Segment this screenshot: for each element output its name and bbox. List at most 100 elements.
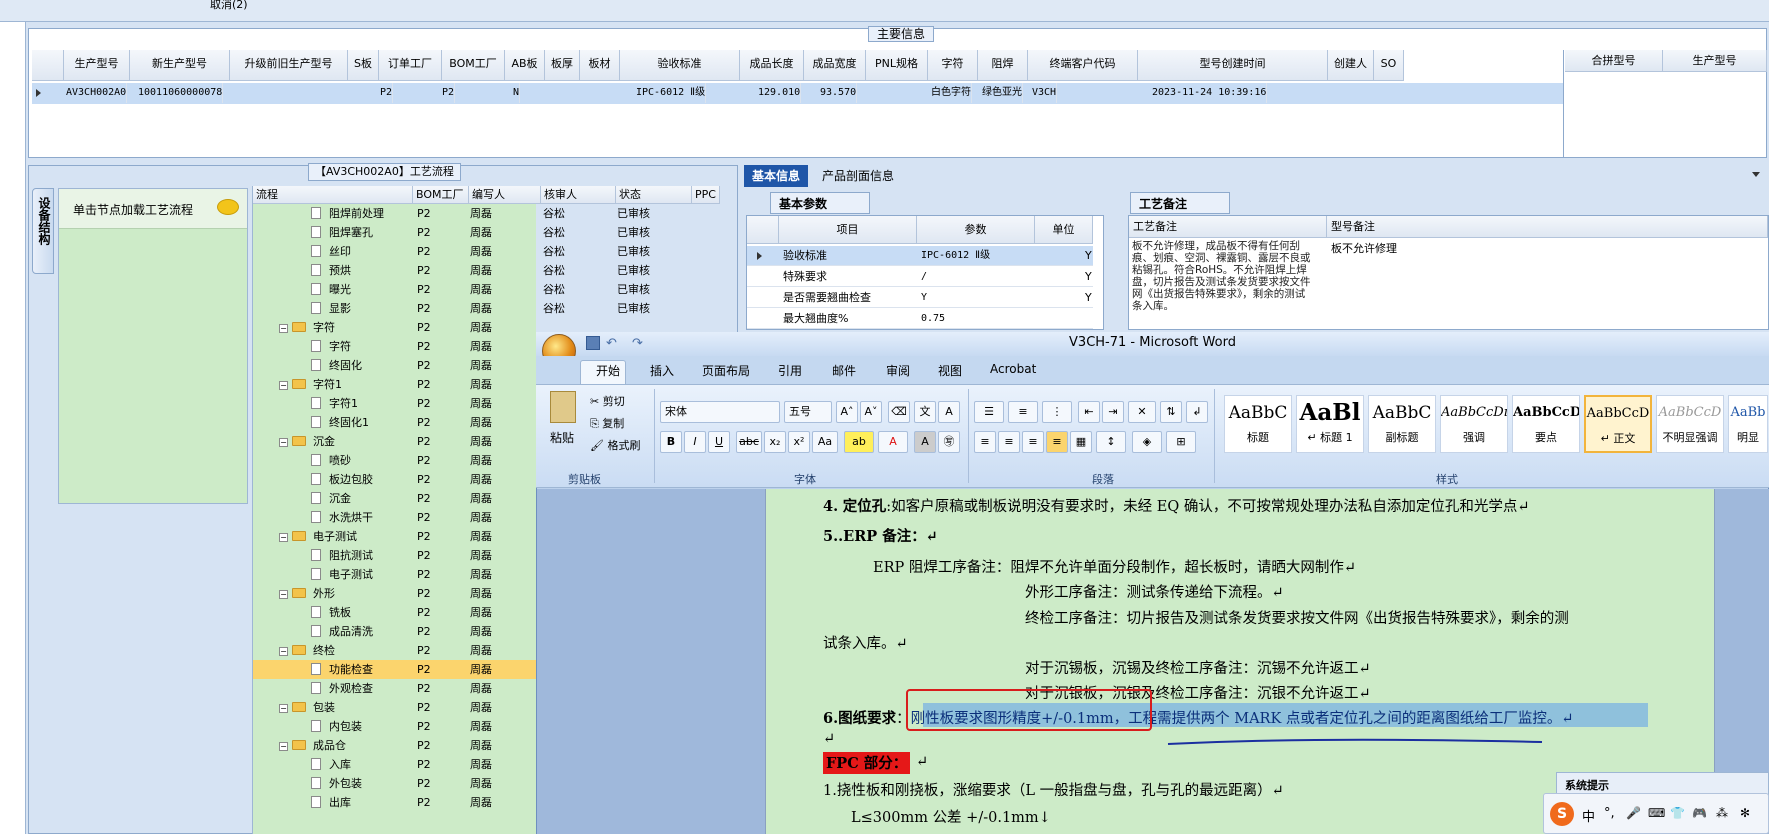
collapse-icon[interactable]: − bbox=[279, 438, 288, 447]
tree-row[interactable]: 外观检查 P2 周磊 bbox=[253, 679, 536, 698]
style-normal[interactable]: AaBbCcD ↵ 正文 bbox=[1584, 395, 1652, 453]
settings-icon[interactable]: ✻ bbox=[1740, 806, 1750, 820]
tab-basic-info[interactable]: 基本信息 bbox=[744, 165, 809, 187]
tree-row[interactable]: 终固化 P2 周磊 bbox=[253, 356, 536, 375]
process-note-text[interactable]: 板不允许修理，成品板不得有任何刮痕、划痕、空洞、裸露铜、露层不良或粘锡孔。符合R… bbox=[1132, 240, 1312, 328]
table-row[interactable]: 最大翘曲度% 0.75 bbox=[747, 309, 1093, 329]
vtab-equipment[interactable]: 设备结构 bbox=[32, 188, 54, 274]
table-row[interactable]: 验收标准 IPC-6012 Ⅱ级 Y bbox=[747, 246, 1093, 266]
tree-row[interactable]: 出库 P2 周磊 bbox=[253, 793, 536, 812]
highlight-icon[interactable]: ab bbox=[844, 431, 874, 453]
tree-row[interactable]: 字符 P2 周磊 bbox=[253, 337, 536, 356]
collapse-icon[interactable]: − bbox=[279, 533, 288, 542]
col-header[interactable]: 型号备注 bbox=[1327, 216, 1768, 238]
bold-icon[interactable]: B bbox=[660, 431, 682, 453]
col-header[interactable]: 板厚 bbox=[545, 50, 580, 81]
col-header[interactable]: S板 bbox=[348, 50, 379, 81]
col-header[interactable]: 工艺备注 bbox=[1129, 216, 1327, 238]
table-row[interactable]: 是否需要翘曲检查 Y Y bbox=[747, 288, 1093, 308]
tab-profile-info[interactable]: 产品剖面信息 bbox=[814, 165, 902, 187]
save-icon[interactable] bbox=[586, 336, 600, 350]
pinyin-icon[interactable]: 文 bbox=[914, 401, 936, 423]
col-header[interactable]: 状态 bbox=[616, 186, 692, 204]
microphone-icon[interactable]: 🎤 bbox=[1626, 806, 1641, 820]
tree-row[interactable]: 水洗烘干 P2 周磊 bbox=[253, 508, 536, 527]
paste-button[interactable]: 粘贴 bbox=[550, 429, 574, 446]
tree-row[interactable]: 铣板 P2 周磊 bbox=[253, 603, 536, 622]
keyboard-icon[interactable]: ⌨ bbox=[1648, 806, 1665, 820]
tree-row[interactable]: 入库 P2 周磊 bbox=[253, 755, 536, 774]
numbering-icon[interactable]: ≡ bbox=[1008, 401, 1038, 423]
tree-row[interactable]: 字符1 P2 周磊 bbox=[253, 394, 536, 413]
doc-line-empty[interactable]: ↵ bbox=[823, 731, 835, 747]
copy-button[interactable]: ⎘ 复制 bbox=[590, 415, 624, 431]
col-header[interactable]: SO bbox=[1374, 50, 1404, 81]
style-strong[interactable]: AaBbCcD 要点 bbox=[1512, 395, 1580, 453]
doc-line-5[interactable]: 5..ERP 备注：↵ bbox=[823, 525, 938, 546]
ime-punct-icon[interactable]: °, bbox=[1604, 806, 1615, 821]
tree-row[interactable]: − 外形 P2 周磊 bbox=[253, 584, 536, 603]
doc-line-shape[interactable]: 外形工序备注：测试条传递给下流程。↵ bbox=[1025, 581, 1284, 602]
italic-icon[interactable]: I bbox=[684, 431, 706, 453]
collapse-icon[interactable]: − bbox=[279, 704, 288, 713]
col-header[interactable]: BOM工厂 bbox=[442, 50, 505, 81]
tree-row[interactable]: − 成品仓 P2 周磊 bbox=[253, 736, 536, 755]
chevron-down-icon[interactable] bbox=[1752, 172, 1760, 177]
doc-line-final[interactable]: 终检工序备注：切片报告及测试条发货要求按文件网《出货报告特殊要求》，剩余的测 bbox=[1025, 607, 1569, 628]
param-value[interactable]: Y bbox=[921, 288, 927, 308]
char-border-icon[interactable]: A bbox=[938, 401, 960, 423]
toolbox-icon[interactable]: ⁂ bbox=[1716, 806, 1728, 820]
collapse-icon[interactable]: − bbox=[279, 742, 288, 751]
font-size-select[interactable]: 五号 bbox=[784, 401, 832, 423]
ribbon-tab[interactable]: 视图 bbox=[938, 362, 962, 379]
col-header[interactable]: 字符 bbox=[928, 50, 978, 81]
col-header[interactable]: 核审人 bbox=[541, 186, 616, 204]
subscript-icon[interactable]: x₂ bbox=[764, 431, 786, 453]
tree-row[interactable]: 终固化1 P2 周磊 bbox=[253, 413, 536, 432]
col-header[interactable]: AB板 bbox=[505, 50, 545, 81]
bullets-icon[interactable]: ☰ bbox=[974, 401, 1004, 423]
underline-icon[interactable]: U bbox=[708, 431, 730, 453]
ime-toolbar[interactable]: S 中 °, 🎤 ⌨ 👕 🎮 ⁂ ✻ bbox=[1543, 793, 1769, 834]
load-process-hint[interactable]: 单击节点加载工艺流程 bbox=[59, 189, 247, 229]
tree-row[interactable]: 功能检查 P2 周磊 bbox=[253, 660, 536, 679]
game-icon[interactable]: 🎮 bbox=[1692, 806, 1707, 820]
doc-line-4[interactable]: 4. 定位孔:如客户原稿或制板说明没有要求时，未经 EQ 确认，不可按常规处理办… bbox=[823, 495, 1529, 516]
doc-line-tin[interactable]: 对于沉锡板，沉锡及终检工序备注：沉锡不允许返工↵ bbox=[1025, 657, 1371, 678]
tree-row[interactable]: 预烘 P2 周磊 谷松 已审核 bbox=[253, 261, 650, 280]
tree-row[interactable]: − 沉金 P2 周磊 bbox=[253, 432, 536, 451]
tree-row[interactable]: 曝光 P2 周磊 谷松 已审核 bbox=[253, 280, 650, 299]
cancel-link[interactable]: 取消(2) bbox=[210, 0, 248, 12]
line-spacing-icon[interactable]: ↕ bbox=[1096, 431, 1126, 453]
col-header[interactable]: 生产型号 bbox=[64, 50, 130, 81]
col-header[interactable]: 板材 bbox=[580, 50, 620, 81]
ribbon-tab[interactable]: 开始 bbox=[596, 362, 620, 379]
superscript-icon[interactable]: x² bbox=[788, 431, 810, 453]
sort-icon[interactable]: ⇅ bbox=[1160, 401, 1182, 423]
borders-icon[interactable]: ⊞ bbox=[1166, 431, 1196, 453]
ribbon-tab[interactable]: 页面布局 bbox=[702, 362, 750, 379]
col-header[interactable]: 参数 bbox=[917, 216, 1035, 244]
col-header[interactable]: 阻焊 bbox=[978, 50, 1028, 81]
tree-row[interactable]: − 终检 P2 周磊 bbox=[253, 641, 536, 660]
multilevel-icon[interactable]: ⋮ bbox=[1042, 401, 1072, 423]
font-color-icon[interactable]: A bbox=[878, 431, 908, 453]
tree-row[interactable]: 显影 P2 周磊 谷松 已审核 bbox=[253, 299, 650, 318]
undo-icon[interactable]: ↶ bbox=[606, 333, 617, 355]
col-header[interactable]: 订单工厂 bbox=[379, 50, 442, 81]
enclose-char-icon[interactable]: ㊢ bbox=[938, 431, 960, 453]
col-header[interactable]: 生产型号 bbox=[1663, 50, 1767, 72]
ribbon-tab[interactable]: 引用 bbox=[778, 362, 802, 379]
style-intense[interactable]: AaBb 明显 bbox=[1728, 395, 1768, 453]
ime-mode-chinese[interactable]: 中 bbox=[1582, 806, 1595, 825]
col-header[interactable]: 创建人 bbox=[1328, 50, 1374, 81]
tree-row[interactable]: 内包装 P2 周磊 bbox=[253, 717, 536, 736]
increase-indent-icon[interactable]: ⇥ bbox=[1102, 401, 1124, 423]
col-header[interactable]: BOM工厂 bbox=[413, 186, 469, 204]
shrink-font-icon[interactable]: A˅ bbox=[860, 401, 882, 423]
decrease-indent-icon[interactable]: ⇤ bbox=[1078, 401, 1100, 423]
cut-button[interactable]: ✂ 剪切 bbox=[590, 393, 625, 409]
ribbon-tab[interactable]: 插入 bbox=[650, 362, 674, 379]
tree-row[interactable]: − 字符 P2 周磊 bbox=[253, 318, 536, 337]
col-header[interactable]: 项目 bbox=[779, 216, 917, 244]
